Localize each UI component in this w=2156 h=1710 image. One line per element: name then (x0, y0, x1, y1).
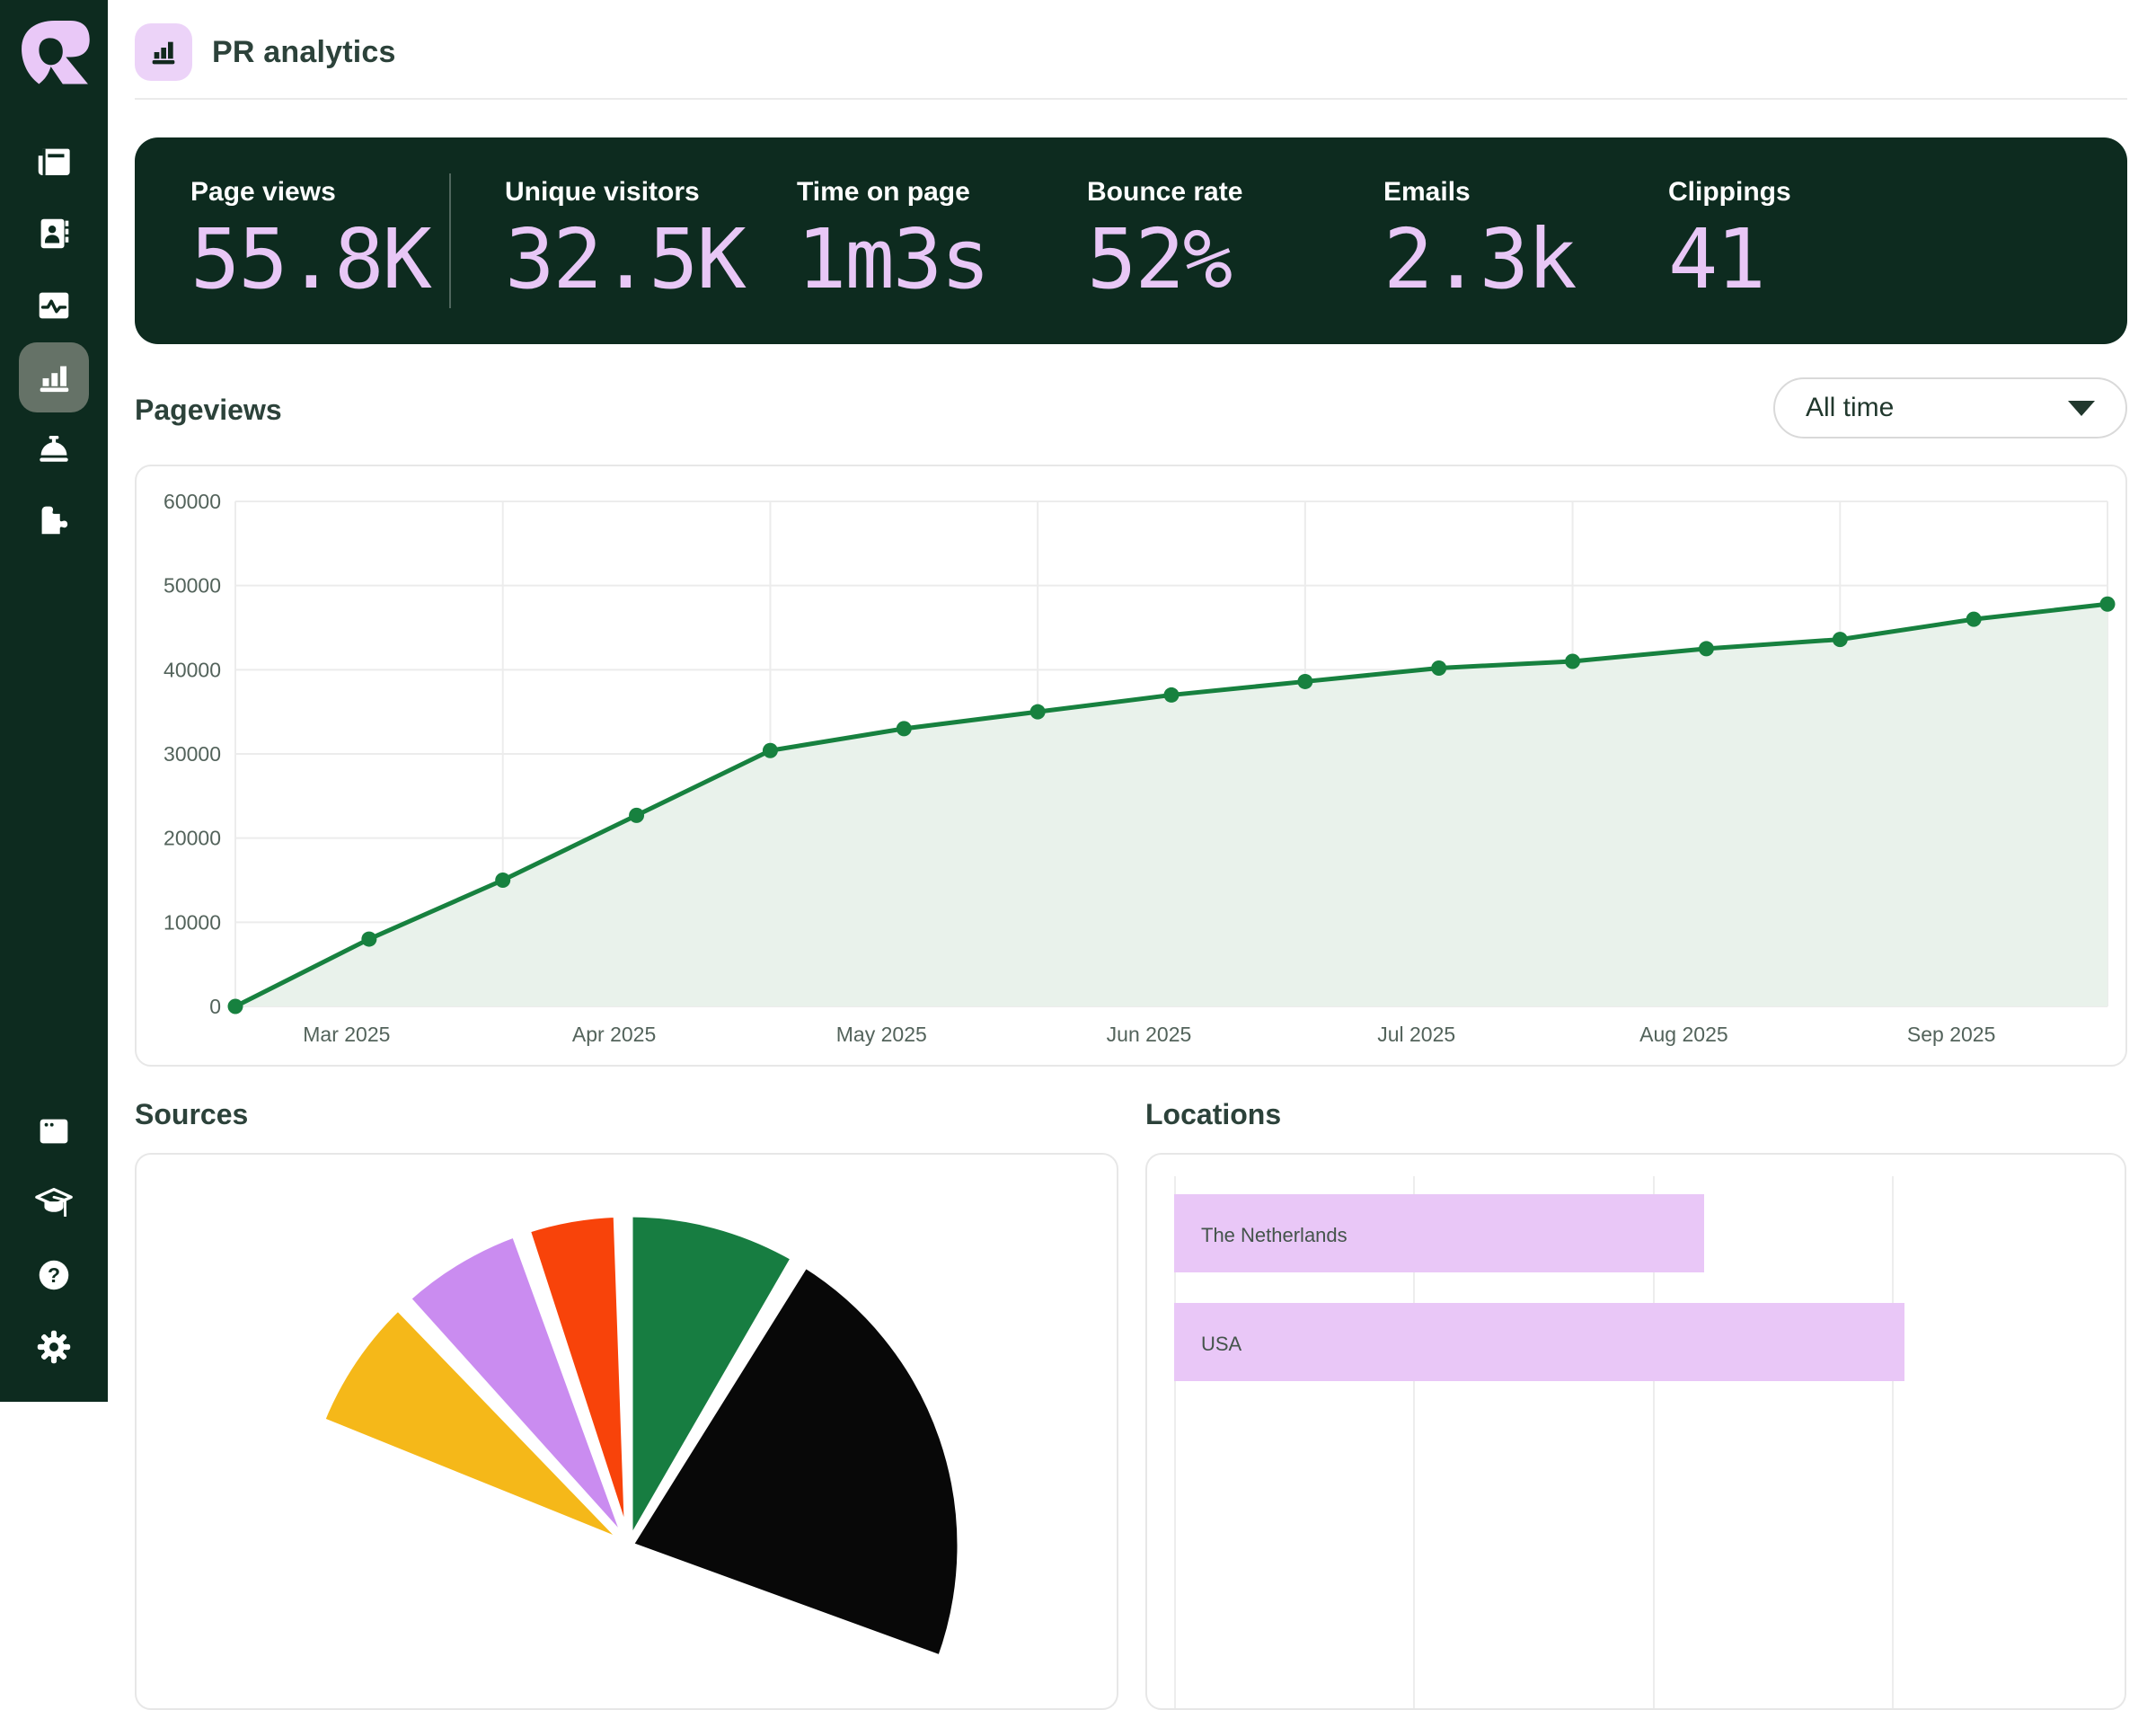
x-axis-tick: Mar 2025 (303, 1023, 390, 1046)
location-bar[interactable] (1174, 1303, 1904, 1381)
location-bar-label: The Netherlands (1201, 1224, 1348, 1247)
sources-pie-chart[interactable] (137, 1155, 1117, 1708)
sources-section-title: Sources (135, 1098, 248, 1131)
stat-label: Page views (190, 177, 336, 208)
contacts-book-icon (33, 213, 75, 254)
location-bar-label: USA (1201, 1333, 1241, 1356)
pageviews-line-chart-card: 0 10000 20000 30000 40000 50000 60000 Mar 2025 A… (135, 465, 2127, 1067)
app-window-icon (33, 1111, 75, 1152)
stat-value: 41 (1668, 218, 1764, 301)
locations-section-title: Locations (1145, 1098, 1281, 1131)
sidebar-item-app-window[interactable] (30, 1107, 78, 1156)
service-bell-icon (33, 427, 75, 468)
data-point[interactable] (1966, 612, 1982, 627)
stat-value: 1m3s (797, 218, 989, 301)
bar-chart-icon (33, 357, 75, 398)
sidebar-item-alerts[interactable] (30, 423, 78, 472)
sidebar: ? (0, 0, 108, 1402)
stats-divider (449, 173, 451, 308)
locations-bar-chart-card: The Netherlands USA (1145, 1153, 2126, 1710)
svg-text:?: ? (48, 1263, 60, 1287)
puzzle-piece-icon (33, 499, 75, 540)
chevron-down-icon (2068, 401, 2095, 416)
y-axis-tick: 20000 (163, 827, 221, 850)
line-area-fill (235, 604, 2107, 1006)
stats-summary-card: Page views 55.8K Unique visitors 32.5K T… (135, 137, 2127, 344)
x-axis-tick: Jul 2025 (1377, 1023, 1455, 1046)
time-range-dropdown[interactable]: All time (1773, 377, 2127, 439)
page-title: PR analytics (212, 35, 396, 70)
x-axis-tick: May 2025 (836, 1023, 927, 1046)
header-divider (135, 98, 2127, 100)
sidebar-item-academy[interactable] (30, 1179, 78, 1227)
data-point[interactable] (495, 873, 510, 888)
bar-chart-icon (135, 23, 192, 81)
time-range-value: All time (1806, 393, 2068, 423)
data-point[interactable] (1297, 674, 1312, 689)
sidebar-item-integrations[interactable] (30, 495, 78, 544)
activity-monitor-icon (33, 285, 75, 326)
data-point[interactable] (1030, 704, 1046, 720)
data-point[interactable] (763, 743, 778, 758)
page-header: PR analytics (135, 23, 396, 81)
sources-pie-chart-card (135, 1153, 1118, 1710)
y-axis-tick: 60000 (163, 490, 221, 513)
main-content: PR analytics Page views 55.8K Unique vis… (108, 0, 2156, 1402)
y-axis-tick: 0 (209, 995, 221, 1018)
data-point[interactable] (897, 721, 912, 736)
stat-label: Emails (1383, 177, 1471, 208)
pageviews-section-title: Pageviews (135, 394, 282, 427)
data-point[interactable] (1431, 660, 1446, 676)
x-axis-tick: Sep 2025 (1907, 1023, 1995, 1046)
stat-value: 52% (1087, 218, 1231, 301)
sidebar-item-analytics[interactable] (30, 353, 78, 402)
sidebar-item-monitoring[interactable] (30, 281, 78, 330)
stat-value: 55.8K (190, 218, 430, 301)
y-axis-tick: 50000 (163, 574, 221, 598)
x-axis-tick: Jun 2025 (1107, 1023, 1192, 1046)
stat-value: 2.3k (1383, 218, 1576, 301)
x-axis-tick: Apr 2025 (572, 1023, 656, 1046)
data-point[interactable] (1565, 653, 1580, 669)
stat-value: 32.5K (505, 218, 745, 301)
stat-label: Bounce rate (1087, 177, 1242, 208)
stat-label: Time on page (797, 177, 970, 208)
speech-bubble-r-logo[interactable] (15, 14, 94, 93)
data-point[interactable] (629, 808, 644, 823)
data-point[interactable] (361, 932, 376, 947)
sidebar-item-settings[interactable] (30, 1323, 78, 1371)
data-point[interactable] (2100, 597, 2116, 612)
data-point[interactable] (228, 999, 243, 1014)
v-gridline (1892, 1176, 1894, 1708)
settings-gear-icon (33, 1326, 75, 1368)
newspaper-icon (33, 141, 75, 182)
help-circle-icon: ? (33, 1254, 75, 1296)
sidebar-item-news[interactable] (30, 137, 78, 186)
graduation-cap-icon (33, 1183, 75, 1224)
data-point[interactable] (1699, 641, 1714, 656)
data-point[interactable] (1833, 632, 1848, 647)
x-axis-tick: Aug 2025 (1639, 1023, 1727, 1046)
sidebar-item-help[interactable]: ? (30, 1251, 78, 1299)
y-axis-tick: 40000 (163, 658, 221, 681)
stat-label: Unique visitors (505, 177, 700, 208)
data-point[interactable] (1164, 687, 1180, 703)
sidebar-item-contacts[interactable] (30, 209, 78, 258)
y-axis-tick: 30000 (163, 742, 221, 766)
stat-label: Clippings (1668, 177, 1791, 208)
pageviews-line-chart[interactable]: 0 10000 20000 30000 40000 50000 60000 Mar 2025 A… (137, 466, 2125, 1065)
y-axis-tick: 10000 (163, 910, 221, 934)
